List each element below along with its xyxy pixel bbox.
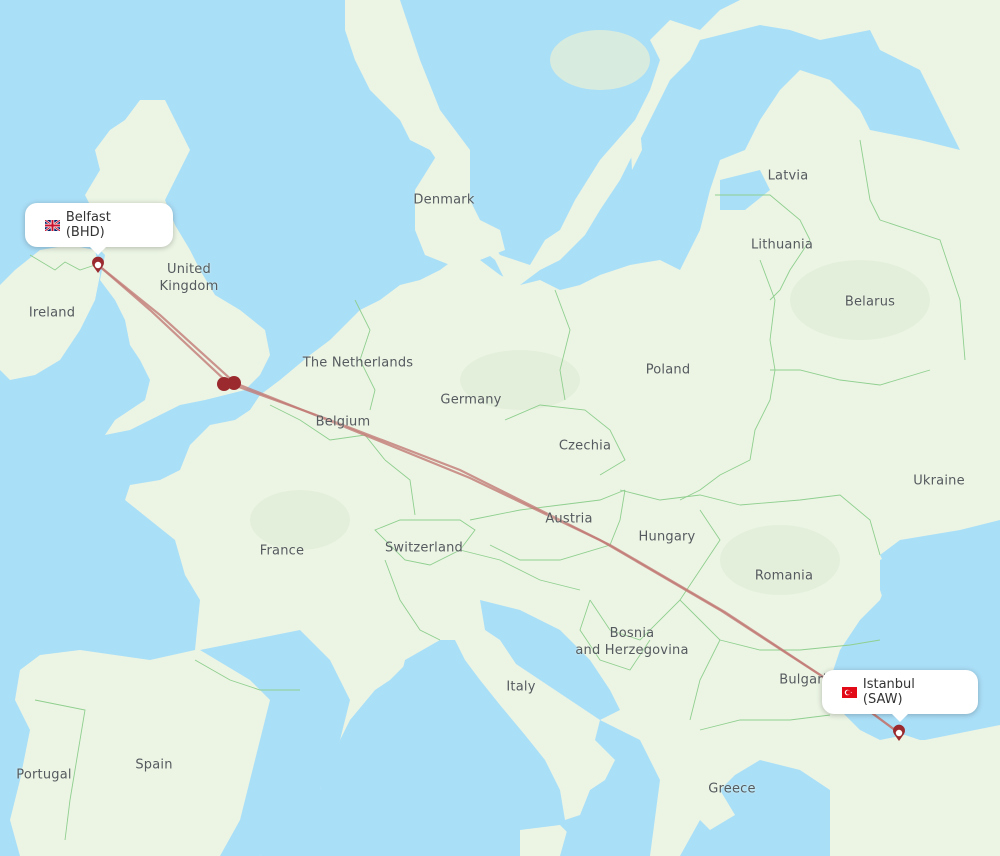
label-ireland: Ireland <box>28 305 76 321</box>
label-latvia: Latvia <box>767 168 809 184</box>
stopover-markers <box>217 376 241 391</box>
uk-flag-icon <box>45 219 60 231</box>
label-united-kingdom: United Kingdom <box>159 262 219 294</box>
label-france: France <box>259 543 305 559</box>
label-czechia: Czechia <box>558 438 612 454</box>
stopover-london-b <box>227 376 241 390</box>
label-belgium: Belgium <box>315 414 371 430</box>
label-germany: Germany <box>440 392 502 408</box>
label-greece: Greece <box>708 781 756 797</box>
label-belarus: Belarus <box>844 294 896 310</box>
label-romania: Romania <box>754 568 814 584</box>
map-base <box>0 0 1000 856</box>
label-poland: Poland <box>645 362 691 378</box>
origin-airport-tooltip[interactable]: Belfast (BHD) <box>25 203 173 255</box>
route-map[interactable]: Ireland United Kingdom Denmark Latvia Li… <box>0 0 1000 856</box>
destination-airport-tooltip[interactable]: Istanbul (SAW) <box>822 670 978 722</box>
label-spain: Spain <box>135 757 173 773</box>
label-the-netherlands: The Netherlands <box>302 355 414 371</box>
label-portugal: Portugal <box>16 767 72 783</box>
label-bosnia-and-herzegovina: Bosnia and Herzegovina <box>575 626 689 658</box>
label-switzerland: Switzerland <box>384 540 464 556</box>
label-ukraine: Ukraine <box>913 473 965 489</box>
label-hungary: Hungary <box>638 529 696 545</box>
destination-airport-label: Istanbul (SAW) <box>862 677 915 707</box>
turkey-flag-icon <box>842 686 857 698</box>
land-gotland <box>630 128 642 170</box>
origin-airport-label: Belfast (BHD) <box>65 210 111 240</box>
label-italy: Italy <box>506 679 536 695</box>
label-denmark: Denmark <box>413 192 475 208</box>
label-lithuania: Lithuania <box>750 237 814 253</box>
label-austria: Austria <box>545 511 593 527</box>
